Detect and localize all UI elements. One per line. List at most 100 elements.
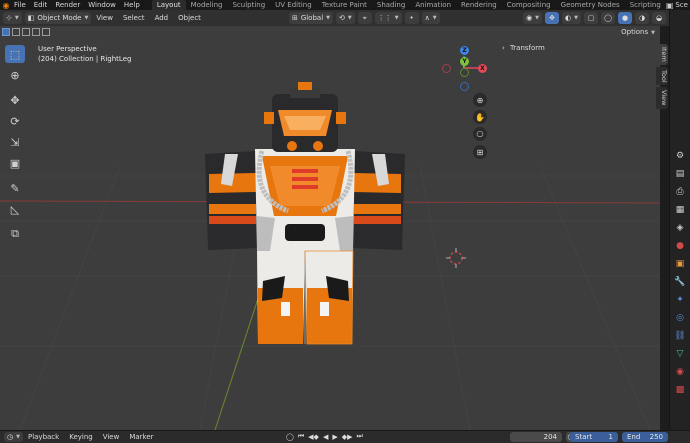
gizmo-neg-z-axis[interactable] (460, 82, 469, 91)
particle-properties-icon[interactable]: ✦ (674, 294, 686, 306)
gizmo-z-axis[interactable]: Z (460, 46, 469, 55)
tab-sculpting[interactable]: Sculpting (227, 0, 270, 10)
menu-file[interactable]: File (10, 0, 30, 10)
world-properties-icon[interactable]: ● (674, 240, 686, 252)
end-frame-field[interactable]: End 250 (622, 432, 668, 442)
select-new-mode-button[interactable] (2, 28, 10, 36)
proportional-edit-toggle[interactable]: • (404, 12, 419, 24)
view-layer-properties-icon[interactable]: ▦ (674, 204, 686, 216)
current-frame-field[interactable]: 204 (510, 432, 562, 442)
menu-object[interactable]: Object (173, 14, 206, 22)
constraint-properties-icon[interactable]: ⛓ (674, 330, 686, 342)
prev-keyframe-icon[interactable]: ◀◆ (306, 433, 321, 441)
select-extend-mode-button[interactable] (12, 28, 20, 36)
timeline-menu-marker[interactable]: Marker (124, 433, 158, 441)
zoom-button[interactable]: ⊕ (473, 93, 487, 107)
texture-properties-icon[interactable]: ▩ (674, 384, 686, 396)
render-properties-icon[interactable]: ▤ (674, 168, 686, 180)
transform-tool[interactable]: ▣ (5, 154, 25, 172)
modifier-properties-icon[interactable]: 🔧 (674, 276, 686, 288)
play-reverse-icon[interactable]: ◀ (321, 433, 330, 441)
options-button[interactable]: Options ▼ (616, 27, 660, 38)
select-box-tool[interactable]: ⬚ (5, 45, 25, 63)
gizmo-y-axis[interactable]: Y (460, 57, 469, 66)
tab-geometry-nodes[interactable]: Geometry Nodes (556, 0, 625, 10)
tab-tool[interactable]: Tool (656, 66, 668, 86)
visibility-button[interactable]: ◉ ▼ (523, 12, 543, 24)
shading-material-button[interactable]: ◑ (635, 12, 649, 24)
menu-window[interactable]: Window (84, 0, 120, 10)
xray-toggle[interactable]: ▢ (584, 12, 598, 24)
select-subtract-mode-button[interactable] (22, 28, 30, 36)
menu-view[interactable]: View (91, 14, 118, 22)
gizmo-toggle[interactable]: ✥ (545, 12, 560, 24)
play-icon[interactable]: ▶ (330, 433, 339, 441)
add-cube-tool[interactable]: ⧉ (5, 225, 25, 243)
move-tool[interactable]: ✥ (5, 91, 25, 109)
snap-target-button[interactable]: ⋮⋮ ▼ (374, 12, 402, 24)
timeline-menu-playback[interactable]: Playback (23, 433, 64, 441)
3d-viewport[interactable] (0, 26, 660, 430)
tab-layout[interactable]: Layout (151, 0, 186, 10)
output-properties-icon[interactable]: ⎙ (674, 186, 686, 198)
data-properties-icon[interactable]: ▽ (674, 348, 686, 360)
physics-properties-icon[interactable]: ◎ (674, 312, 686, 324)
tab-item[interactable]: Item (656, 44, 668, 65)
tab-texture-paint[interactable]: Texture Paint (317, 0, 372, 10)
object-properties-icon[interactable]: ▣ (674, 258, 686, 270)
measure-tool[interactable]: ◺ (5, 200, 25, 218)
gizmo-neg-y-axis[interactable] (460, 68, 469, 77)
cursor-tool[interactable]: ⊕ (5, 66, 25, 84)
transform-orientation-selector[interactable]: ⊞ Global ▼ (288, 12, 334, 24)
tab-view[interactable]: View (656, 87, 668, 109)
select-invert-mode-button[interactable] (32, 28, 40, 36)
tab-modeling[interactable]: Modeling (186, 0, 228, 10)
jump-start-icon[interactable]: ⏮ (296, 432, 306, 441)
camera-view-button[interactable]: ⎔ (473, 127, 487, 141)
scene-icon[interactable]: ▣ (666, 1, 674, 10)
tab-rendering[interactable]: Rendering (456, 0, 502, 10)
record-button-icon[interactable]: ◯ (284, 433, 296, 441)
gizmo-x-axis[interactable]: X (478, 64, 487, 73)
overlay-button[interactable]: ◐ ▼ (562, 12, 581, 24)
shading-wireframe-button[interactable]: ◯ (601, 12, 615, 24)
3d-cursor-icon[interactable] (446, 248, 466, 268)
tab-scripting[interactable]: Scripting (625, 0, 666, 10)
blender-logo-icon[interactable]: ◉ (2, 0, 10, 10)
menu-help[interactable]: Help (120, 0, 144, 10)
menu-select[interactable]: Select (118, 14, 150, 22)
select-intersect-mode-button[interactable] (42, 28, 50, 36)
tab-animation[interactable]: Animation (410, 0, 456, 10)
scene-properties-icon[interactable]: ◈ (674, 222, 686, 234)
timeline-menu-keying[interactable]: Keying (64, 433, 98, 441)
next-keyframe-icon[interactable]: ◆▶ (340, 433, 355, 441)
timeline-editor-type-button[interactable]: ◷ ▼ (4, 432, 23, 442)
editor-type-button[interactable]: ⊹ ▼ (3, 12, 22, 24)
robot-character-model[interactable] (205, 82, 405, 345)
mode-selector[interactable]: ◧ Object Mode ▼ (24, 12, 92, 24)
gizmo-neg-x-axis[interactable] (442, 64, 451, 73)
tab-compositing[interactable]: Compositing (502, 0, 556, 10)
start-frame-field[interactable]: Start 1 (570, 432, 618, 442)
material-properties-icon[interactable]: ◉ (674, 366, 686, 378)
timeline-menu-view[interactable]: View (98, 433, 125, 441)
menu-edit[interactable]: Edit (30, 0, 52, 10)
menu-add[interactable]: Add (150, 14, 174, 22)
tab-uv-editing[interactable]: UV Editing (270, 0, 317, 10)
pivot-point-button[interactable]: ⟲ ▼ (336, 12, 355, 24)
shading-solid-button[interactable]: ● (618, 12, 632, 24)
scene-label[interactable]: Sce (675, 1, 688, 9)
snap-toggle[interactable]: ⌖ (357, 12, 372, 24)
proportional-falloff-button[interactable]: ∧ ▼ (421, 12, 440, 24)
scale-tool[interactable]: ⇲ (5, 133, 25, 151)
jump-end-icon[interactable]: ⏭ (355, 432, 365, 441)
transform-panel-header[interactable]: › Transform (502, 44, 545, 52)
annotate-tool[interactable]: ✎ (5, 179, 25, 197)
rotate-tool[interactable]: ⟳ (5, 112, 25, 130)
pan-button[interactable]: ✋ (473, 110, 487, 124)
tool-properties-icon[interactable]: ⚙ (674, 150, 686, 162)
shading-rendered-button[interactable]: ◒ (652, 12, 666, 24)
menu-render[interactable]: Render (51, 0, 84, 10)
perspective-toggle-button[interactable]: ⊞ (473, 145, 487, 159)
tab-shading[interactable]: Shading (372, 0, 410, 10)
